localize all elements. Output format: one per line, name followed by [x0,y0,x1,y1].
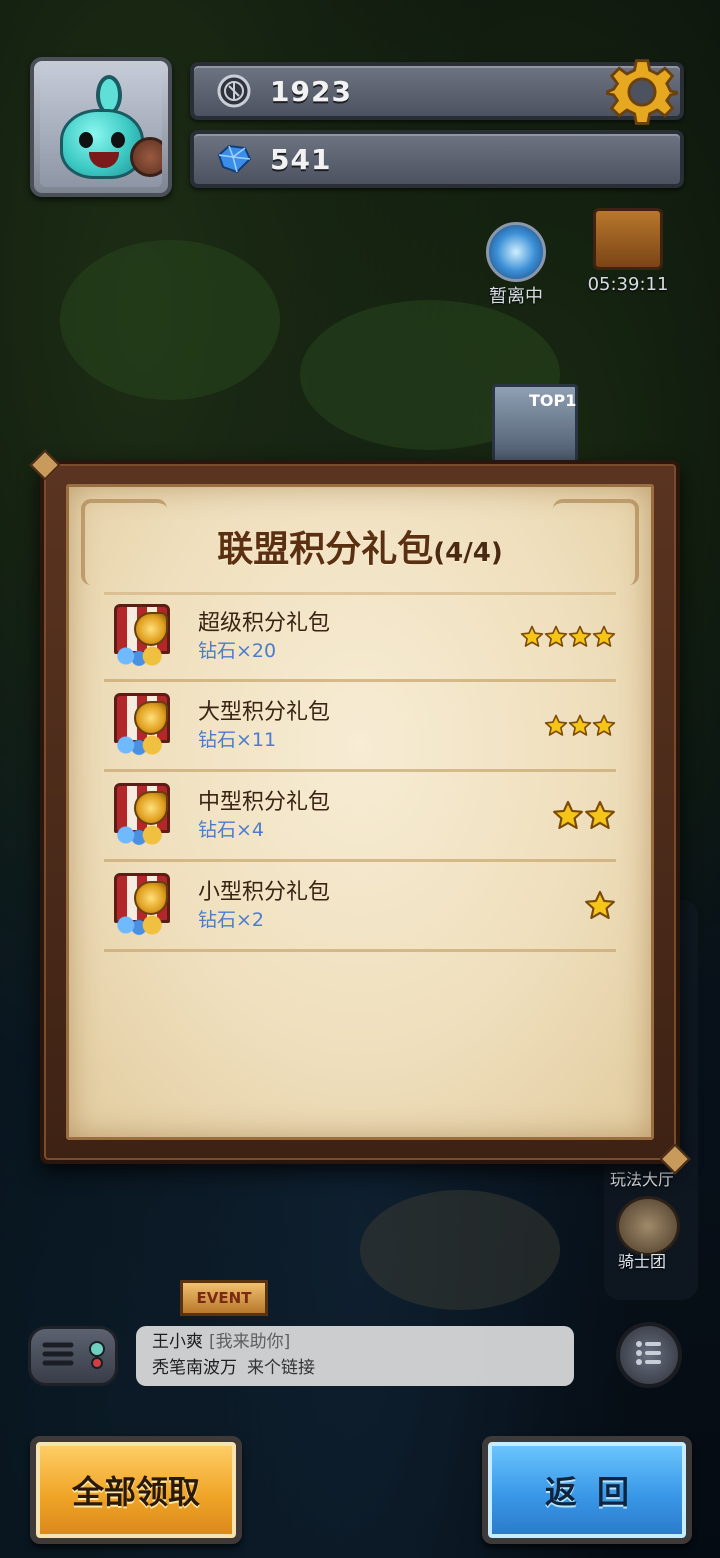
pack-reward: 钻石×2 [198,908,265,931]
settings-gear-icon[interactable] [604,54,680,130]
pack-row[interactable]: 超级积分礼包 钻石×20 [104,592,616,682]
pack-row[interactable]: 大型积分礼包 钻石×11 [104,682,616,772]
pack-name: 超级积分礼包 [198,611,331,636]
gift-pack-icon [104,779,182,853]
pack-reward: 钻石×20 [198,640,277,662]
alliance-points-gift-modal: 联盟积分礼包(4/4) 超级积分礼包 钻石×20 大型积分礼包 钻石×11 中型… [40,460,680,1164]
slime-eye [79,132,93,148]
star-icon [585,800,615,829]
pack-list: 超级积分礼包 钻石×20 大型积分礼包 钻石×11 中型积分礼包 钻石×4 小型… [104,592,616,952]
coin-icon [214,71,254,111]
play-hall-label[interactable]: 玩法大厅 [610,1166,674,1190]
avatar-portrait [40,67,162,187]
star-icon [585,890,615,919]
star-icon [553,800,583,829]
modal-title-text: 联盟积分礼包 [217,529,434,570]
modal-title-count: (4/4) [433,538,503,568]
pack-stars [584,890,616,922]
star-icon [520,625,544,647]
gem-value: 541 [270,142,332,176]
star-icon [592,625,616,647]
chat-user: 秃笔南波万 [152,1358,237,1378]
chat-preview[interactable]: 王小爽 [我来助你] 秃笔南波万 来个链接 [136,1326,574,1386]
knight-guild-icon[interactable] [616,1196,680,1256]
pack-reward: 钻石×4 [198,818,265,841]
avatar-item-icon [130,137,162,177]
modal-title: 联盟积分礼包(4/4) [44,520,676,572]
pack-stars [552,800,616,832]
chat-line: 王小爽 [我来助你] [152,1329,558,1355]
menu-button[interactable] [616,1322,682,1388]
top-rank-badge[interactable]: TOP1 [492,384,578,464]
pack-stars [520,625,616,649]
player-avatar[interactable] [30,57,172,197]
chat-tag: [我来助你] [209,1332,291,1352]
slime-eye [111,132,125,148]
gem-bar: 541 [190,130,684,188]
top-rank-label: TOP1 [529,391,577,410]
gem-icon [214,139,254,179]
star-icon [544,625,568,647]
coin-value: 1923 [270,74,352,108]
claim-all-button[interactable]: 全部领取 [30,1436,242,1544]
chat-user: 王小爽 [152,1332,203,1352]
map-island [360,1190,560,1310]
chat-signal-icon [83,1339,111,1373]
chest-timer: 05:39:11 [587,274,669,295]
pack-row[interactable]: 中型积分礼包 钻石×4 [104,772,616,862]
event-sign[interactable]: EVENT [180,1280,268,1316]
gift-pack-icon [104,600,182,674]
portal-widget[interactable]: 暂离中 [478,222,554,308]
list-menu-icon [633,1338,665,1372]
star-icon [568,714,592,736]
star-icon [592,714,616,736]
knight-guild-label[interactable]: 骑士团 [618,1248,666,1272]
gift-pack-icon [104,689,182,763]
slime-character [60,109,144,179]
gift-pack-icon [104,869,182,943]
slime-mouth [89,152,119,168]
pack-row[interactable]: 小型积分礼包 钻石×2 [104,862,616,952]
star-icon [544,714,568,736]
pack-name: 中型积分礼包 [198,789,331,815]
chest-widget[interactable]: 05:39:11 [578,208,678,295]
map-forest [60,240,280,400]
star-icon [568,625,592,647]
pack-name: 小型积分礼包 [198,879,331,905]
pack-reward: 钻石×11 [198,728,277,751]
chat-line: 秃笔南波万 来个链接 [152,1355,558,1381]
pack-stars [544,714,616,738]
portal-icon [486,222,546,282]
chat-lines-icon [41,1339,75,1373]
back-button[interactable]: 返回 [482,1436,692,1544]
treasure-chest-icon [593,208,663,270]
portal-status-label: 暂离中 [489,286,543,307]
chat-button[interactable] [28,1326,118,1386]
chat-message: 来个链接 [247,1358,315,1378]
pack-name: 大型积分礼包 [198,699,331,725]
